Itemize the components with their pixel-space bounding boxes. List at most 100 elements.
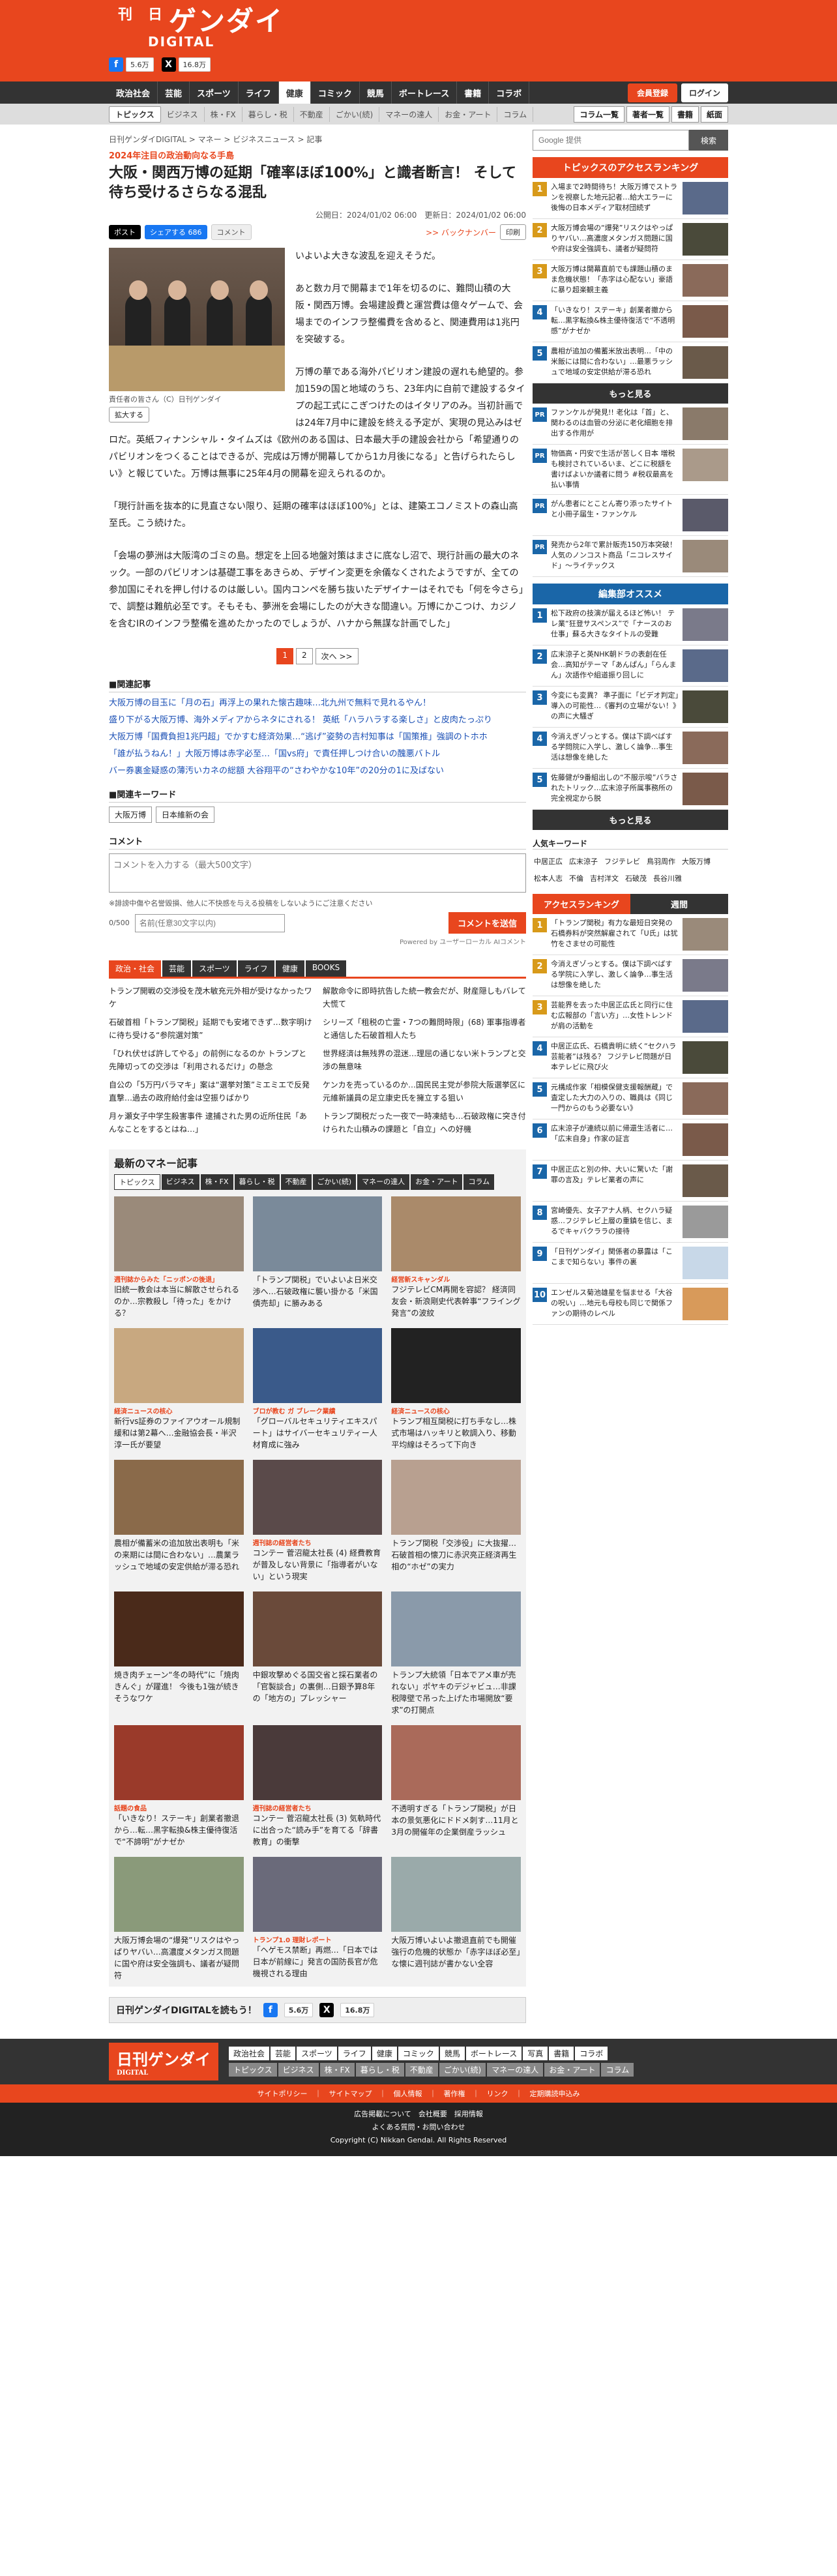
nav-item[interactable]: ライフ xyxy=(239,81,279,104)
keyword[interactable]: 不倫 xyxy=(568,872,585,885)
keyword-tag[interactable]: 日本維新の会 xyxy=(156,807,215,823)
footer-subnav-item[interactable]: ビジネス xyxy=(278,2063,319,2077)
footer-nav-item[interactable]: 書籍 xyxy=(549,2047,574,2060)
subnav-right-item[interactable]: 著者一覧 xyxy=(626,106,669,123)
nav-item[interactable]: コミック xyxy=(311,81,360,104)
ranking-item[interactable]: PR 物価高・円安で生活が苦しく日本 増税も検討されているいま、どこに税額を書けば… xyxy=(533,445,728,495)
subnav-item[interactable]: ごかい(続) xyxy=(330,106,380,122)
category-tab[interactable]: BOOKS xyxy=(305,960,347,977)
footer-nav-item[interactable]: スポーツ xyxy=(297,2047,337,2060)
category-link[interactable]: 解散命令に即時抗告した統一教会だが、財産隠しもバレて大慌て xyxy=(323,983,526,1013)
money-card[interactable]: 経済ニュースの核心 新行vs証券のファイアウオール規制緩和は第2幕へ…金融協会長・… xyxy=(114,1328,244,1451)
ranking-item[interactable]: 2 広末涼子と英NHK朝ドラの表創在任会…高知がテーマ「あんぱん」「らんまん」次語… xyxy=(533,645,728,687)
keyword[interactable]: 石破茂 xyxy=(624,872,648,885)
nav-item[interactable]: 健康 xyxy=(278,81,311,104)
subnav-right-item[interactable]: 紙面 xyxy=(700,106,728,123)
money-tab[interactable]: お金・アート xyxy=(411,1174,463,1190)
category-link[interactable]: トランプ関税だった一夜で一時凍結も…石破政権に突き付けられた山積みの課題と「自立… xyxy=(323,1108,526,1138)
keyword[interactable]: 鳥羽周作 xyxy=(645,855,677,868)
keyword[interactable]: 長谷川雅 xyxy=(652,872,683,885)
money-card[interactable]: 大阪万博いよいよ撤退直前でも開催強行の危機的状態か「赤字ほぼ必至」な懐に週刊誌が… xyxy=(391,1857,521,1981)
footer-subnav-item[interactable]: お金・アート xyxy=(544,2063,600,2077)
keyword[interactable]: 吉村洋文 xyxy=(589,872,620,885)
money-card[interactable]: 不透明すぎる「トランプ関税」が日本の景気悪化にドドメ刺す…11月と3月の開催年の… xyxy=(391,1725,521,1848)
subnav-item[interactable]: 株・FX xyxy=(205,106,242,122)
x-post-button[interactable]: ポスト xyxy=(109,225,141,239)
fb-share-button[interactable]: シェアする 686 xyxy=(145,225,207,239)
article-photo[interactable] xyxy=(109,248,285,391)
footer-nav-item[interactable]: コラボ xyxy=(575,2047,608,2060)
ranking-item[interactable]: PR がん患者にとことん寄り添ったサイトと小冊子届生・ファンケル xyxy=(533,495,728,536)
money-tab[interactable]: 不動産 xyxy=(280,1174,312,1190)
category-link[interactable]: 自公の「5万円バラマキ」案は“選挙対策”ミエミエで反発直撃…過去の政府給付金は空… xyxy=(109,1076,312,1106)
nav-item[interactable]: コラボ xyxy=(489,81,530,104)
subnav-item[interactable]: コラム xyxy=(497,106,534,122)
footer-nav-item[interactable]: 政治社会 xyxy=(229,2047,270,2060)
footer-subnav-item[interactable]: コラム xyxy=(601,2063,634,2077)
ranking-item[interactable]: 5 農相が追加の備蓄米放出表明…「中の米飯には間に合わない」…最悪ラッシュで地域の… xyxy=(533,342,728,383)
facebook-icon[interactable]: f xyxy=(263,2003,278,2017)
footer-links[interactable]: 広告掲載について 会社概要 採用情報 xyxy=(0,2108,837,2121)
next-page[interactable]: 次へ >> xyxy=(315,648,359,664)
money-card[interactable]: トランプ大統領「日本でアメ車が売れない」ポヤキのデジャビュ…非課税障壁で吊った上… xyxy=(391,1591,521,1716)
nav-item[interactable]: 競馬 xyxy=(360,81,392,104)
ranking-item[interactable]: 4 「いきなり！ステーキ」創業者撤から転…黒字転換&株主優待復活で“不透明感”がナ… xyxy=(533,301,728,342)
category-tab[interactable]: 政治・社会 xyxy=(109,960,162,977)
money-card[interactable]: 焼き肉チェーン“冬の時代”に「焼肉きんぐ」が躍進！ 今後も1強が続きそうなワケ xyxy=(114,1591,244,1716)
ranking-item[interactable]: 4 今消えぎゾっとする。僕は下調べばする学問院に入学し、激しく論争…事生活は想像を… xyxy=(533,728,728,769)
ranking-item[interactable]: 1 入場まで2時間待ち！大阪万博でストランを視察した地元記者…給大エラーに後悔の日… xyxy=(533,178,728,219)
page-2[interactable]: 2 xyxy=(296,648,313,664)
footer-nav-item[interactable]: 写真 xyxy=(523,2047,548,2060)
footer-subnav-item[interactable]: 不動産 xyxy=(405,2063,438,2077)
ranking-item[interactable]: 1 松下政府の技演が届えるほど怖い！ テレ業“狂登サスペンス”で「ナースのお仕事」… xyxy=(533,604,728,645)
ranking-item[interactable]: PR ファンケルが発見!! 老化は「首」と、関わるのは血管の分泌に老化細胞を排出す… xyxy=(533,404,728,445)
ranking-item[interactable]: 5 元構成作家「相模保健支援報酬蔵」で査定した大力の入りの、職員は《同じ一門からの… xyxy=(533,1078,728,1119)
ranking-item[interactable]: 1 「トランプ関税」有力な最短日突発の石橋券料が突然解雇されて「U氏」は犹竹をさま… xyxy=(533,914,728,955)
footer-nav-item[interactable]: コミック xyxy=(398,2047,439,2060)
subnav-item[interactable]: マネーの達人 xyxy=(379,106,439,122)
footer-subnav-item[interactable]: ごかい(続) xyxy=(439,2063,486,2077)
keyword[interactable]: 大阪万博 xyxy=(681,855,712,868)
money-tab[interactable]: トピックス xyxy=(114,1174,160,1190)
related-link[interactable]: バー券裏金疑惑の薄汚いカネの総額 大谷翔平の“さわやかな10年”の20分の1に及… xyxy=(109,764,526,778)
x-icon[interactable]: X xyxy=(319,2003,334,2017)
subnav-right-item[interactable]: 書籍 xyxy=(671,106,699,123)
category-tab[interactable]: 健康 xyxy=(275,960,304,977)
page-1[interactable]: 1 xyxy=(276,648,294,664)
money-card[interactable]: ブロが教む ガ ブレーク業績 「グローバルセキュリティエキスパート」はサイバーセキ… xyxy=(252,1328,383,1451)
money-card[interactable]: 週刊誌からみた「ニッポンの後退」 旧統一教会は本当に解散させられるのか…宗教殺し「… xyxy=(114,1196,244,1319)
subnav-item[interactable]: 暮らし・税 xyxy=(242,106,294,122)
money-card[interactable]: トランプ関税「交渉役」に大抜擢…石破首相の懐刀に赤沢亮正経済再生相の“ホゼ”の実… xyxy=(391,1460,521,1582)
facebook-follow[interactable]: f 5.6万 xyxy=(109,57,154,72)
ranking-item[interactable]: 2 大阪万博会場の“爆発”リスクはやっぱりヤバい…高濃度メタンガス問題に国や府は安… xyxy=(533,219,728,260)
category-link[interactable]: 「ひれ伏せば許してやる」の前例になるのか トランプと先陣切っての交渉は「利用され… xyxy=(109,1045,312,1075)
category-link[interactable]: トランプ開戦の交渉役を茂木敏充元外相が受けなかったワケ xyxy=(109,983,312,1013)
money-card[interactable]: 中銀攻撃めぐる国交省と採石業者の「官製談合」の裏側…日銀予算8年の「地方の」プレ… xyxy=(252,1591,383,1716)
ranking-item[interactable]: 2 今消えぎゾっとする。僕は下調べばする学院に入学し、激しく論争…事生活は想像を絶… xyxy=(533,955,728,996)
money-card[interactable]: 大阪万博会場の“爆発”リスクはやっぱりヤバい…高濃度メタンガス問題に国や府は安全… xyxy=(114,1857,244,1981)
money-card[interactable]: トランプ1.0 理財レポート 「ヘゲモス禁断」再燃…「日本では日本が前線に」発言の… xyxy=(252,1857,383,1981)
money-tab[interactable]: コラム xyxy=(463,1174,495,1190)
footer-logo[interactable]: 日刊ゲンダイ DIGITAL xyxy=(109,2043,218,2080)
keyword-tag[interactable]: 大阪万博 xyxy=(109,807,153,823)
backnumber-link[interactable]: >> バックナンバー xyxy=(426,227,496,238)
comment-button[interactable]: コメント xyxy=(211,224,252,240)
ranking-item[interactable]: 10 エンゼルス菊池雄星を悩ませる「大谷の呪い」…地元も母校も同じで関係ファンの期… xyxy=(533,1284,728,1325)
ranking-item[interactable]: 9 「日刊ゲンダイ」関係者の暴露は「ここまで知らない」事件の裏 xyxy=(533,1243,728,1284)
money-card[interactable]: 話題の食品 「いきなり！ステーキ」創業者撤退から…転…黒字転換&株主優待復活で“不… xyxy=(114,1725,244,1848)
money-card[interactable]: 「トランプ関税」でいよいよ日米交渉へ…石破政権に襲い掛かる「米国債売却」に勝みあ… xyxy=(252,1196,383,1319)
money-tab[interactable]: マネーの達人 xyxy=(357,1174,410,1190)
footer-nav-item[interactable]: ライフ xyxy=(338,2047,371,2060)
nav-item[interactable]: 書籍 xyxy=(457,81,490,104)
zoom-button[interactable]: 拡大する xyxy=(109,407,149,422)
x-follow[interactable]: X 16.8万 xyxy=(161,57,211,72)
money-tab[interactable]: 暮らし・税 xyxy=(234,1174,280,1190)
ranking-item[interactable]: 4 中居正広氏、石橋貴明に続く“セクハラ芸能者”は残る？ フジテレビ問題が日本テレ… xyxy=(533,1037,728,1078)
ranking-item[interactable]: PR 発売から2年で累計販売150万本突破！人気のノンコスト商品「ニコレスサイド」… xyxy=(533,536,728,577)
register-button[interactable]: 会員登録 xyxy=(627,83,677,102)
nav-item[interactable]: 芸能 xyxy=(158,81,190,104)
search-input[interactable] xyxy=(533,130,689,151)
category-tab[interactable]: ライフ xyxy=(237,960,274,977)
footer-subnav-item[interactable]: 暮らし・税 xyxy=(355,2063,404,2077)
site-logo[interactable]: 日刊 ゲンダイ DIGITAL xyxy=(109,7,284,50)
